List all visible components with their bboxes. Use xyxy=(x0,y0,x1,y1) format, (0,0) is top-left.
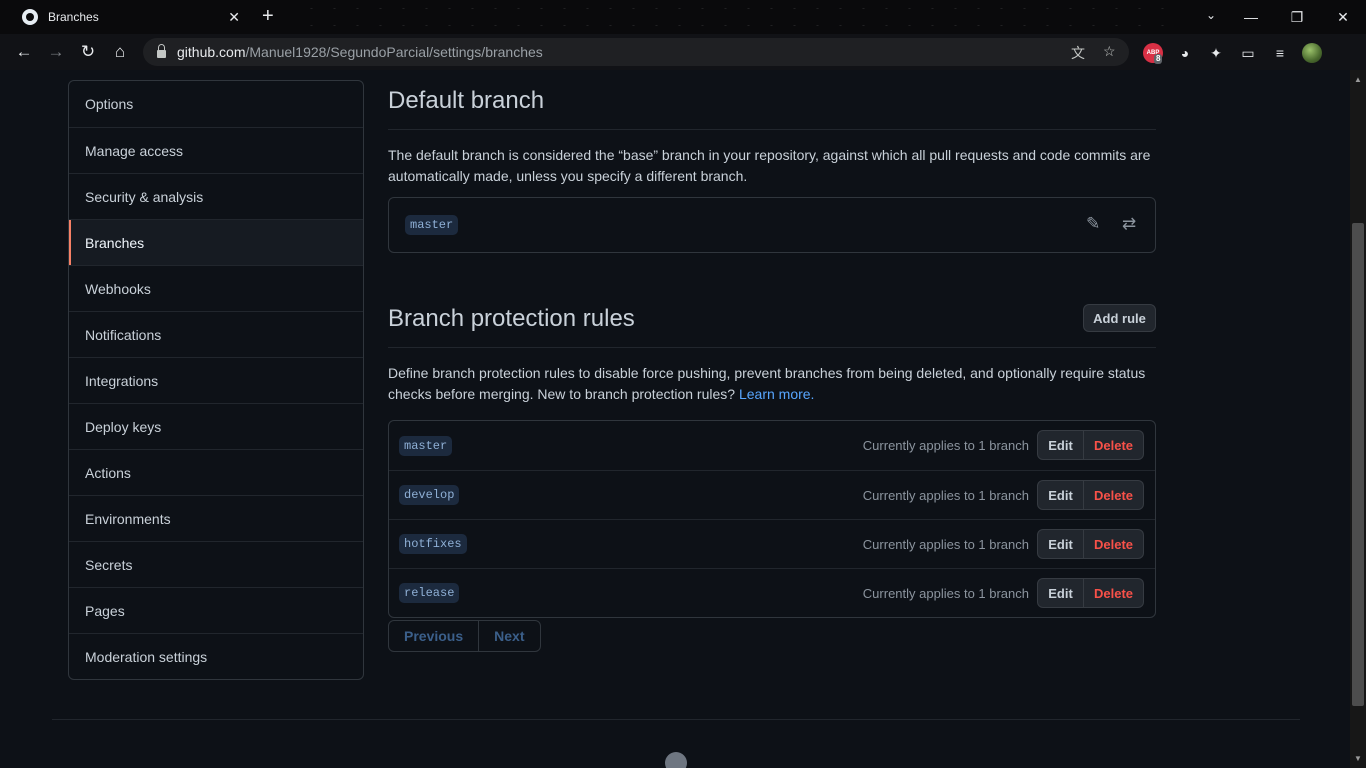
close-window-icon[interactable]: ✕ xyxy=(1320,0,1366,34)
url-text: github.com/Manuel1928/SegundoParcial/set… xyxy=(177,44,543,60)
protection-title: Branch protection rules xyxy=(388,305,635,332)
new-tab-button[interactable]: + xyxy=(262,6,274,26)
sidebar-item-options[interactable]: Options xyxy=(69,81,363,127)
rule-actions: Edit Delete xyxy=(1037,529,1144,559)
sidebar-item-manage-access[interactable]: Manage access xyxy=(69,127,363,173)
page-scrollbar[interactable]: ▲ ▼ xyxy=(1350,70,1366,768)
sidebar-item-notifications[interactable]: Notifications xyxy=(69,311,363,357)
cast-icon[interactable]: ▭ xyxy=(1238,43,1258,63)
scroll-down-icon[interactable]: ▼ xyxy=(1354,754,1362,763)
address-bar[interactable]: github.com/Manuel1928/SegundoParcial/set… xyxy=(143,38,1129,66)
next-page-button[interactable]: Next xyxy=(478,621,539,651)
rule-row-hotfixes: hotfixes Currently applies to 1 branch E… xyxy=(389,519,1155,568)
protection-header: Branch protection rules Add rule xyxy=(388,291,1156,348)
star-icon[interactable]: ☆ xyxy=(1103,43,1116,60)
sidebar-item-moderation-settings[interactable]: Moderation settings xyxy=(69,633,363,679)
rule-row-release: release Currently applies to 1 branch Ed… xyxy=(389,568,1155,617)
close-tab-icon[interactable]: ✕ xyxy=(228,9,240,25)
sidebar-item-deploy-keys[interactable]: Deploy keys xyxy=(69,403,363,449)
rule-actions: Edit Delete xyxy=(1037,430,1144,460)
rule-row-master: master Currently applies to 1 branch Edi… xyxy=(389,421,1155,470)
rule-branch-name: master xyxy=(399,435,453,456)
default-branch-box: master ✎ ⇄ xyxy=(388,197,1156,253)
sidebar-item-integrations[interactable]: Integrations xyxy=(69,357,363,403)
scroll-up-icon[interactable]: ▲ xyxy=(1354,75,1362,84)
delete-rule-button[interactable]: Delete xyxy=(1084,480,1144,510)
profile-avatar[interactable] xyxy=(1302,43,1322,63)
sidebar-item-secrets[interactable]: Secrets xyxy=(69,541,363,587)
browser-tab[interactable]: Branches ✕ xyxy=(8,0,248,34)
reload-icon[interactable]: ↻ xyxy=(72,34,104,70)
previous-page-button[interactable]: Previous xyxy=(389,621,478,651)
pagination: Previous Next xyxy=(388,620,541,652)
rule-applies-text: Currently applies to 1 branch xyxy=(862,487,1029,503)
translate-icon[interactable]: 文 xyxy=(1071,43,1085,63)
edit-rule-button[interactable]: Edit xyxy=(1037,578,1084,608)
tab-search-icon[interactable]: ⌄ xyxy=(1206,8,1216,22)
delete-rule-button[interactable]: Delete xyxy=(1084,430,1144,460)
default-branch-header: Default branch xyxy=(388,73,1156,130)
lock-icon[interactable] xyxy=(157,44,166,58)
browser-tab-strip: Branches ✕ + ⌄ — ❐ ✕ xyxy=(0,0,1366,34)
default-branch-description: The default branch is considered the “ba… xyxy=(388,147,1151,184)
sidebar-item-environments[interactable]: Environments xyxy=(69,495,363,541)
default-branch-title: Default branch xyxy=(388,87,545,114)
speed-extension-icon[interactable]: ◕ xyxy=(1175,43,1195,63)
rule-branch-name: release xyxy=(399,583,460,603)
delete-rule-button[interactable]: Delete xyxy=(1084,529,1144,559)
edit-rule-button[interactable]: Edit xyxy=(1037,529,1084,559)
protection-description: Define branch protection rules to disabl… xyxy=(388,363,1156,405)
adblock-extension-icon[interactable]: ABP 8 xyxy=(1143,43,1163,64)
window-controls: — ❐ ✕ xyxy=(1228,0,1366,34)
arrow-switch-icon[interactable]: ⇄ xyxy=(1122,214,1136,234)
rule-branch-name: hotfixes xyxy=(399,534,467,554)
sidebar-item-branches[interactable]: Branches xyxy=(69,219,363,265)
scroll-thumb[interactable] xyxy=(1352,223,1364,706)
delete-rule-button[interactable]: Delete xyxy=(1084,578,1144,608)
pencil-icon[interactable]: ✎ xyxy=(1086,214,1100,234)
learn-more-link[interactable]: Learn more. xyxy=(739,386,814,402)
extension-badge: 8 xyxy=(1154,54,1163,64)
rule-actions: Edit Delete xyxy=(1037,578,1144,608)
rule-row-develop: develop Currently applies to 1 branch Ed… xyxy=(389,470,1155,519)
github-footer-icon[interactable] xyxy=(665,752,687,768)
theme-background xyxy=(300,0,1180,34)
media-queue-icon[interactable]: ≡ xyxy=(1270,43,1290,63)
rule-actions: Edit Delete xyxy=(1037,480,1144,510)
forward-icon[interactable]: → xyxy=(40,34,72,70)
default-branch-name: master xyxy=(405,215,459,235)
edit-rule-button[interactable]: Edit xyxy=(1037,480,1084,510)
rule-branch-name: develop xyxy=(399,485,460,505)
sidebar-item-pages[interactable]: Pages xyxy=(69,587,363,633)
sidebar-item-actions[interactable]: Actions xyxy=(69,449,363,495)
tab-title: Branches xyxy=(48,10,99,24)
minimize-icon[interactable]: — xyxy=(1228,0,1274,34)
sidebar-item-security-analysis[interactable]: Security & analysis xyxy=(69,173,363,219)
settings-main: Default branch The default branch is con… xyxy=(388,70,1156,652)
footer-divider xyxy=(52,719,1300,720)
rule-applies-text: Currently applies to 1 branch xyxy=(862,585,1029,601)
page: Options Manage access Security & analysi… xyxy=(0,70,1350,768)
sidebar-item-webhooks[interactable]: Webhooks xyxy=(69,265,363,311)
settings-sidebar: Options Manage access Security & analysi… xyxy=(68,80,364,680)
protection-rules-list: master Currently applies to 1 branch Edi… xyxy=(388,420,1156,618)
rule-applies-text: Currently applies to 1 branch xyxy=(862,438,1029,453)
home-icon[interactable]: ⌂ xyxy=(104,34,136,70)
github-icon xyxy=(22,9,38,25)
add-rule-button[interactable]: Add rule xyxy=(1083,304,1156,332)
restore-icon[interactable]: ❐ xyxy=(1274,0,1320,34)
rule-applies-text: Currently applies to 1 branch xyxy=(862,536,1029,552)
back-icon[interactable]: ← xyxy=(8,34,40,70)
edit-rule-button[interactable]: Edit xyxy=(1037,430,1084,460)
extensions-puzzle-icon[interactable]: ✦ xyxy=(1206,43,1226,63)
